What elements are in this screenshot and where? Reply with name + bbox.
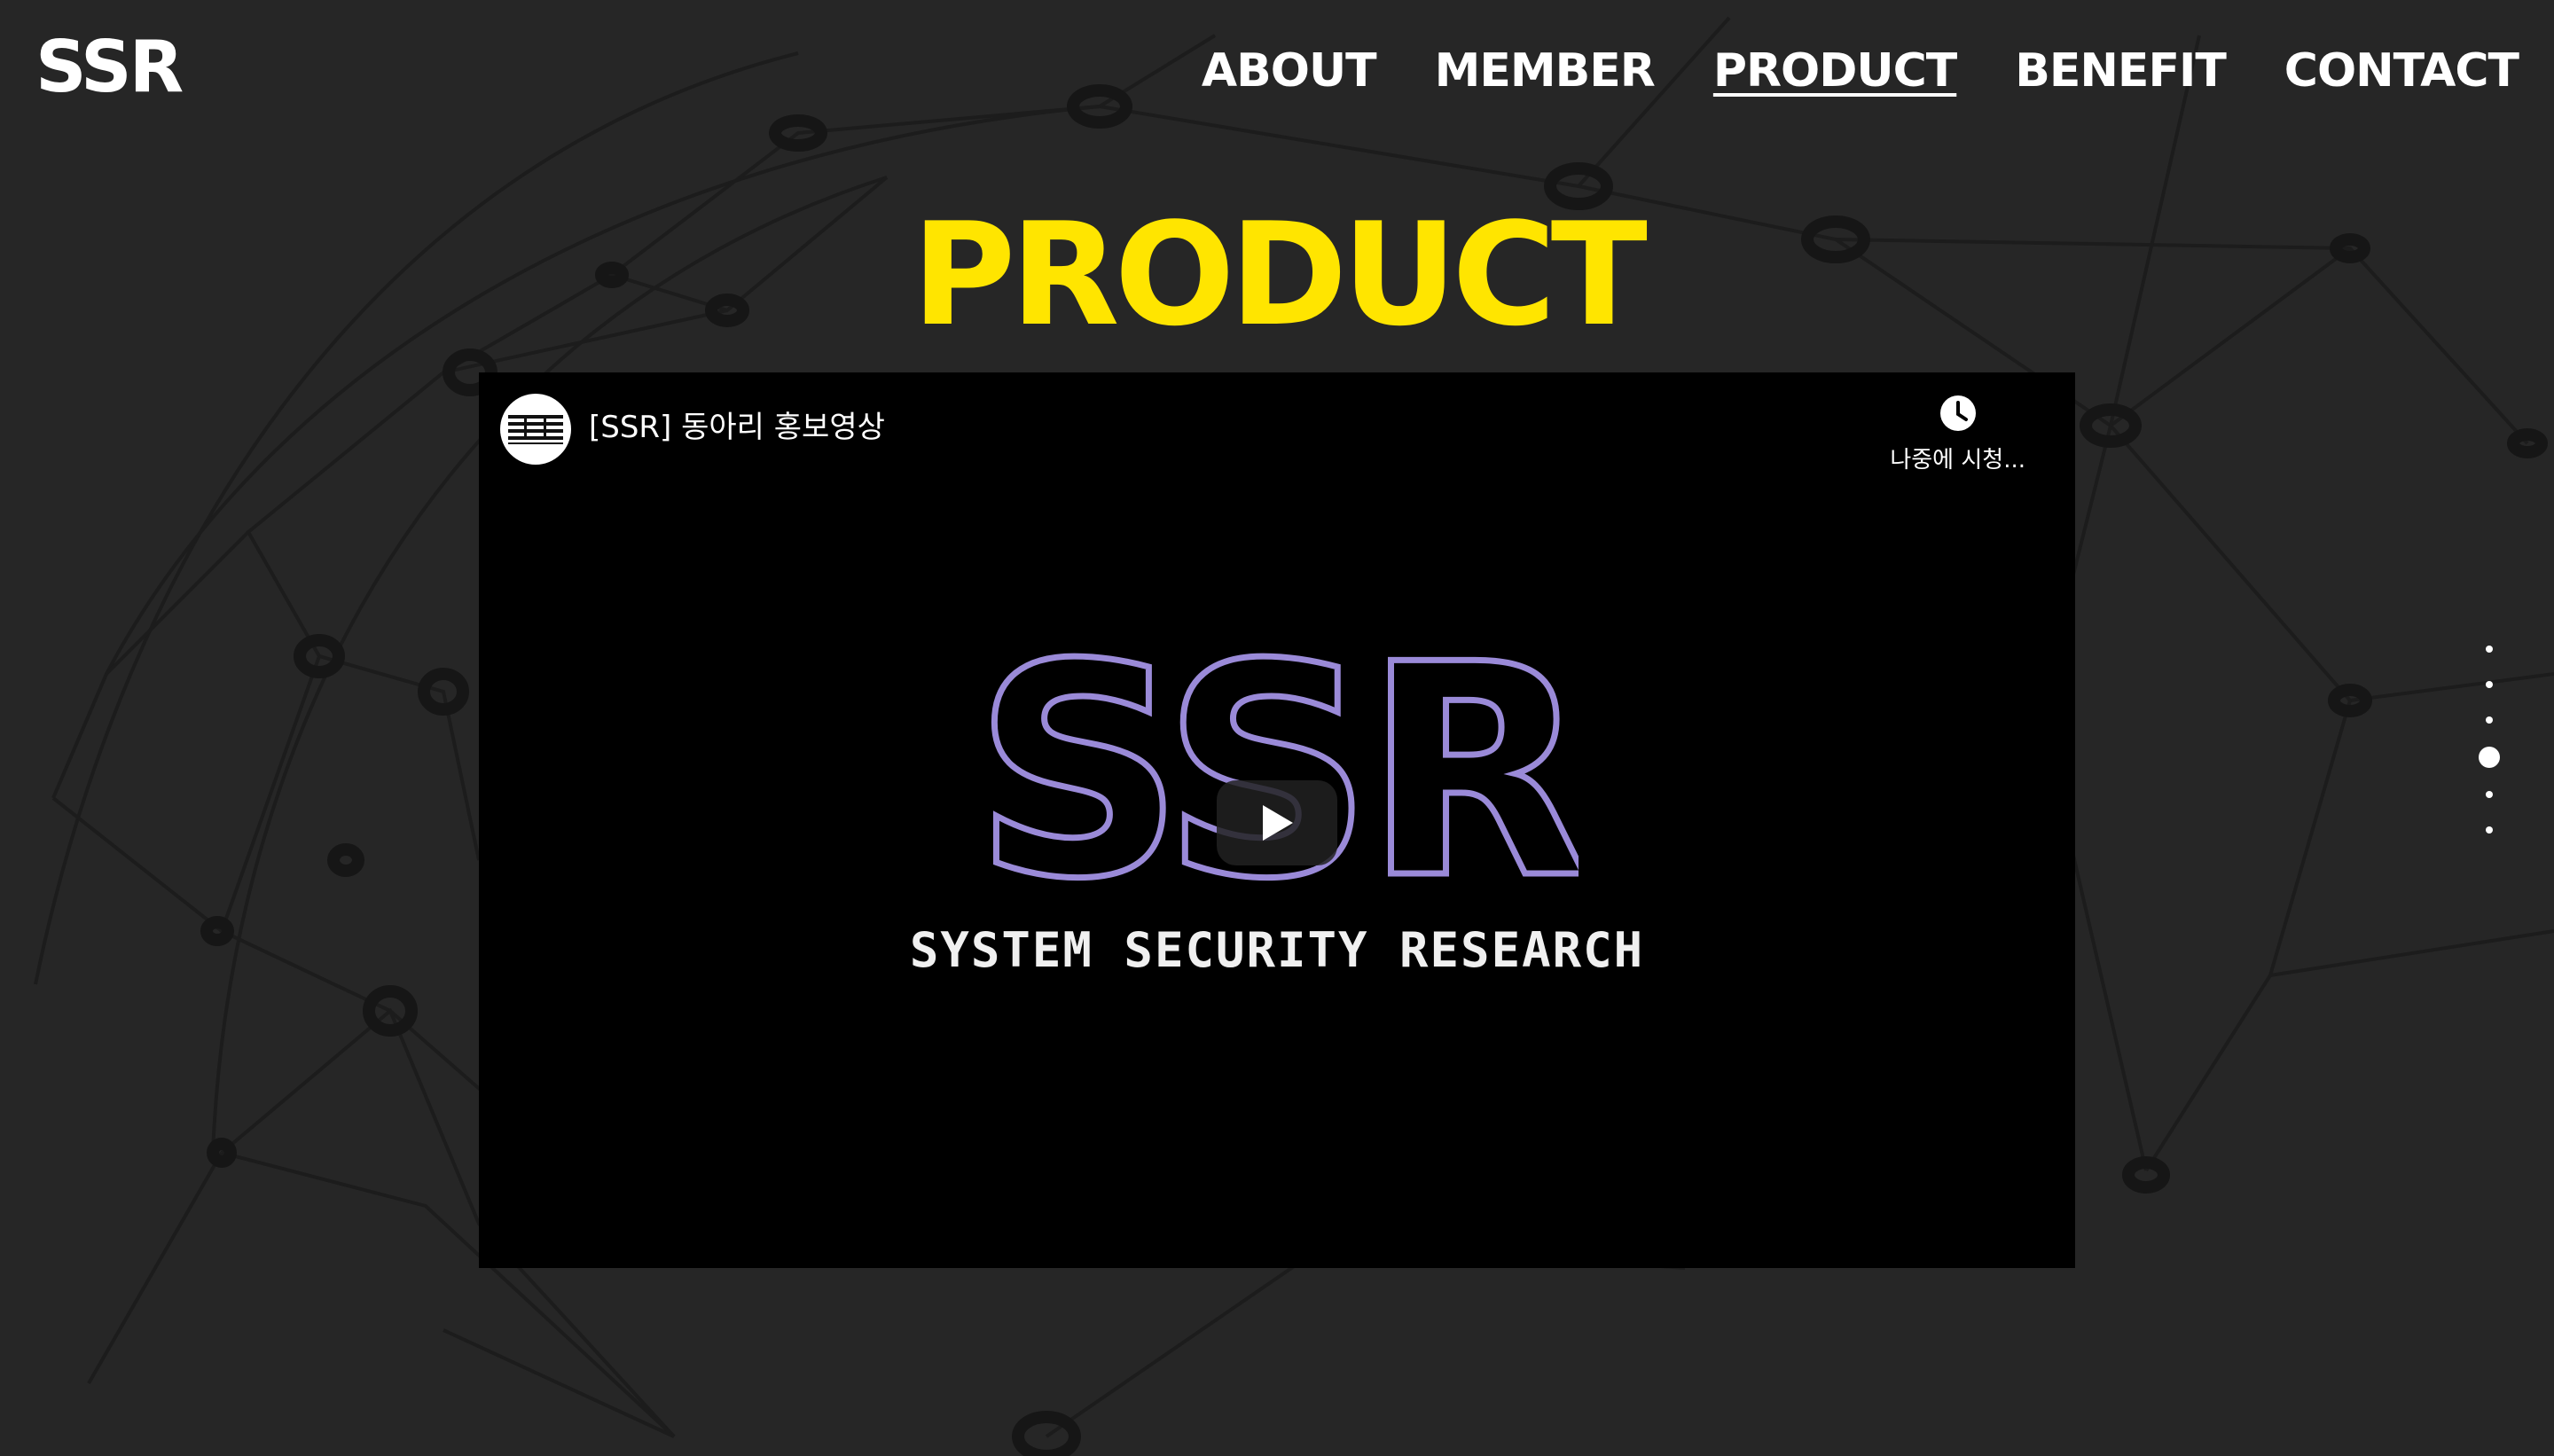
play-button[interactable] (1217, 780, 1337, 865)
play-icon (1263, 805, 1293, 841)
page: SSR ABOUT MEMBER PRODUCT BENEFIT CONTACT… (0, 0, 2554, 1456)
watch-later-button[interactable]: 나중에 시청... (1890, 394, 2025, 474)
nav-product[interactable]: PRODUCT (1713, 45, 1957, 97)
thumbnail-subtitle: SYSTEM SECURITY RESEARCH (909, 922, 1645, 978)
main-nav: ABOUT MEMBER PRODUCT BENEFIT CONTACT (1202, 45, 2519, 97)
section-dot-6[interactable] (2486, 826, 2493, 834)
nav-about[interactable]: ABOUT (1202, 45, 1377, 97)
nav-benefit[interactable]: BENEFIT (2015, 45, 2227, 97)
channel-logo-icon (508, 415, 563, 444)
nav-contact[interactable]: CONTACT (2284, 45, 2519, 97)
section-dot-2[interactable] (2486, 681, 2493, 688)
section-dot-4-active[interactable] (2479, 747, 2500, 768)
video-player[interactable]: [SSR] 동아리 홍보영상 나중에 시청... SSR SYSTEM SECU… (479, 372, 2075, 1268)
clock-icon (1939, 395, 1976, 431)
section-pagination (2476, 631, 2503, 848)
channel-avatar[interactable] (500, 394, 571, 465)
section-dot-1[interactable] (2486, 646, 2493, 653)
nav-member[interactable]: MEMBER (1435, 45, 1656, 97)
video-title[interactable]: [SSR] 동아리 홍보영상 (589, 410, 885, 446)
section-dot-5[interactable] (2486, 791, 2493, 798)
watch-later-label: 나중에 시청... (1890, 447, 2025, 474)
site-logo[interactable]: SSR (35, 32, 184, 103)
section-title: PRODUCT (912, 192, 1648, 357)
section-dot-3[interactable] (2486, 716, 2493, 724)
